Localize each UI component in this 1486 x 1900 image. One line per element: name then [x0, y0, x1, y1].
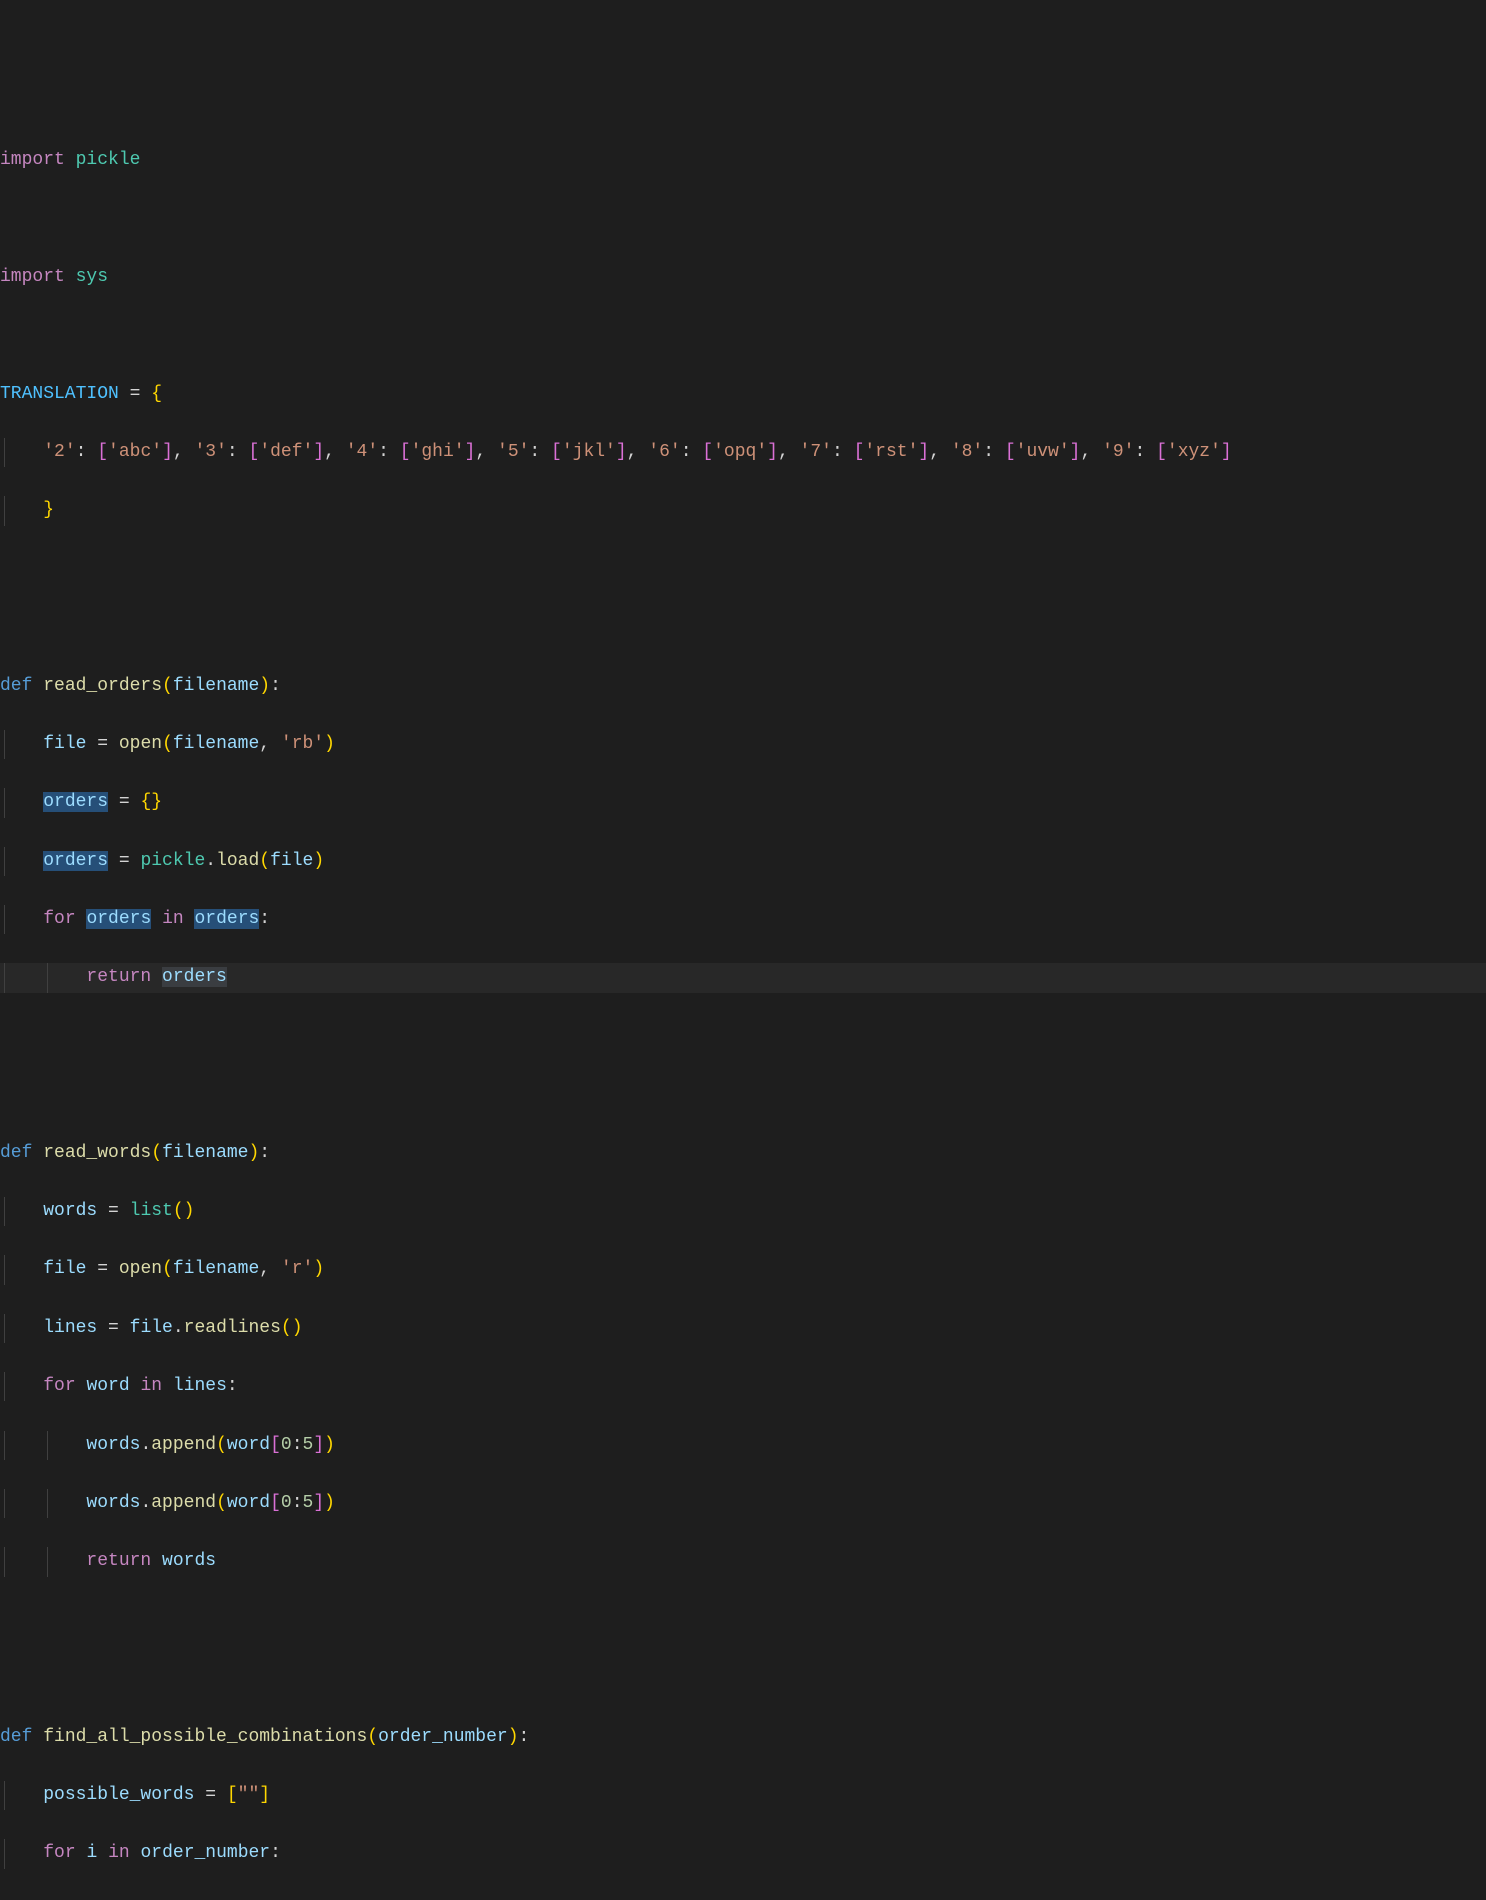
keyword-def: def: [0, 676, 32, 696]
keyword-def: def: [0, 1727, 32, 1747]
code-line-current[interactable]: return orders: [0, 963, 1486, 992]
code-line[interactable]: for i in order_number:: [0, 1839, 1486, 1868]
code-line[interactable]: file = open(filename, 'rb'): [0, 730, 1486, 759]
code-line[interactable]: import pickle: [0, 146, 1486, 175]
code-line[interactable]: def read_orders(filename):: [0, 672, 1486, 701]
function-read_words: read_words: [43, 1143, 151, 1163]
code-line[interactable]: [0, 555, 1486, 584]
code-line[interactable]: return words: [0, 1547, 1486, 1576]
code-line[interactable]: }: [0, 496, 1486, 525]
code-line[interactable]: [0, 321, 1486, 350]
function-read_orders: read_orders: [43, 676, 162, 696]
code-line[interactable]: words = list(): [0, 1197, 1486, 1226]
code-line[interactable]: [0, 1022, 1486, 1051]
code-line[interactable]: words.append(word[0:5]): [0, 1489, 1486, 1518]
code-line[interactable]: [0, 1606, 1486, 1635]
module-sys: sys: [76, 267, 108, 287]
code-line[interactable]: [0, 1664, 1486, 1693]
function-find_all_possible_combinations: find_all_possible_combinations: [43, 1727, 367, 1747]
code-line[interactable]: TRANSLATION = {: [0, 380, 1486, 409]
code-line[interactable]: def find_all_possible_combinations(order…: [0, 1723, 1486, 1752]
code-line[interactable]: possible_words = [""]: [0, 1781, 1486, 1810]
module-pickle: pickle: [76, 150, 141, 170]
code-line[interactable]: import sys: [0, 263, 1486, 292]
occurrence-highlight: orders: [43, 792, 108, 812]
code-line[interactable]: orders = {}: [0, 788, 1486, 817]
code-line[interactable]: '2': ['abc'], '3': ['def'], '4': ['ghi']…: [0, 438, 1486, 467]
code-line[interactable]: [0, 204, 1486, 233]
keyword-def: def: [0, 1143, 32, 1163]
occurrence-highlight: orders: [86, 909, 151, 929]
keyword-import: import: [0, 267, 65, 287]
occurrence-highlight: orders: [162, 967, 227, 987]
code-line[interactable]: file = open(filename, 'r'): [0, 1255, 1486, 1284]
keyword-import: import: [0, 150, 65, 170]
constant-translation: TRANSLATION: [0, 384, 119, 404]
code-line[interactable]: words.append(word[0:5]): [0, 1431, 1486, 1460]
code-line[interactable]: for word in lines:: [0, 1372, 1486, 1401]
code-line[interactable]: def read_words(filename):: [0, 1139, 1486, 1168]
code-line[interactable]: for orders in orders:: [0, 905, 1486, 934]
code-line[interactable]: [0, 613, 1486, 642]
code-line[interactable]: orders = pickle.load(file): [0, 847, 1486, 876]
code-line[interactable]: lines = file.readlines(): [0, 1314, 1486, 1343]
occurrence-highlight: orders: [194, 909, 259, 929]
code-line[interactable]: [0, 1080, 1486, 1109]
occurrence-highlight: orders: [43, 851, 108, 871]
code-editor[interactable]: import pickle import sys TRANSLATION = {…: [0, 117, 1486, 1898]
